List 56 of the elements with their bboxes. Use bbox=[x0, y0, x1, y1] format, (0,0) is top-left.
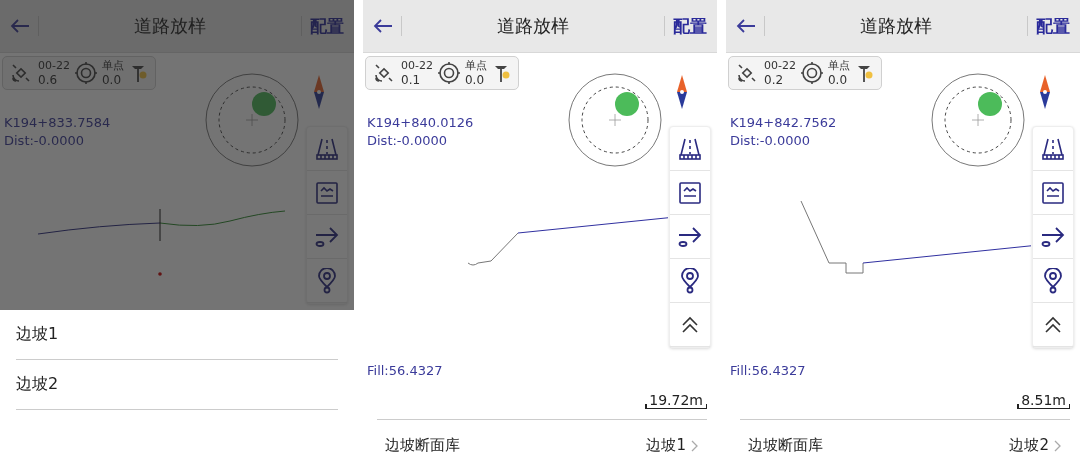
config-button[interactable]: 配置 bbox=[1028, 14, 1074, 38]
profile-chart-icon bbox=[315, 180, 339, 205]
satellite-count: 00-22 bbox=[38, 59, 70, 73]
back-icon[interactable] bbox=[736, 18, 756, 34]
chevron-right-icon bbox=[1054, 439, 1062, 452]
screen-title: 道路放样 bbox=[859, 14, 933, 38]
satellite-count: 00-22 bbox=[401, 59, 433, 73]
distance-text: Dist:-0.0000 bbox=[730, 132, 811, 150]
location-pin-icon bbox=[316, 267, 338, 294]
compass-icon[interactable] bbox=[1039, 75, 1051, 109]
precision-value: 0.6 bbox=[38, 73, 59, 87]
scale-bar: 19.72m bbox=[645, 392, 707, 409]
station-text: K194+833.7584 bbox=[4, 114, 111, 132]
age-value: 0.0 bbox=[101, 73, 123, 87]
solution-mode: 单点 bbox=[464, 59, 487, 73]
satellite-count: 00-22 bbox=[764, 59, 796, 73]
arrow-icon bbox=[677, 224, 703, 249]
road-icon bbox=[315, 136, 339, 161]
station-text: K194+842.7562 bbox=[730, 114, 837, 132]
option-item[interactable]: 边坡2 bbox=[16, 360, 338, 410]
screen-title: 道路放样 bbox=[133, 14, 207, 38]
gnss-status-panel[interactable]: 00-22 0.2 单点 0.0 bbox=[728, 56, 882, 90]
solution-mode: 单点 bbox=[101, 59, 124, 73]
fill-value: Fill:56.4327 bbox=[730, 363, 807, 378]
screen-title: 道路放样 bbox=[496, 14, 570, 38]
double-chevron-up-icon bbox=[1043, 314, 1063, 335]
solution-mode: 单点 bbox=[827, 59, 850, 73]
location-pin-icon bbox=[679, 267, 701, 294]
slope-library-row[interactable]: 边坡断面库 边坡1 bbox=[377, 419, 707, 471]
compass-icon[interactable] bbox=[676, 75, 688, 109]
profile-chart-icon bbox=[678, 180, 702, 205]
precision-value: 0.2 bbox=[764, 73, 785, 87]
arrow-icon bbox=[314, 224, 340, 249]
distance-text: Dist:-0.0000 bbox=[367, 132, 448, 150]
location-pin-icon bbox=[1042, 267, 1064, 294]
slope-library-row[interactable]: 边坡断面库 边坡2 bbox=[740, 419, 1070, 471]
config-button[interactable]: 配置 bbox=[665, 14, 711, 38]
arrow-icon bbox=[1040, 224, 1066, 249]
target-icon bbox=[437, 62, 460, 84]
target-icon bbox=[800, 62, 823, 84]
station-text: K194+840.0126 bbox=[367, 114, 474, 132]
road-icon bbox=[1041, 136, 1065, 161]
option-item[interactable]: 边坡1 bbox=[16, 310, 338, 360]
age-value: 0.0 bbox=[827, 73, 849, 87]
road-icon bbox=[678, 136, 702, 161]
precision-value: 0.1 bbox=[401, 73, 422, 87]
gnss-status-panel[interactable]: 00-22 0.1 单点 0.0 bbox=[365, 56, 519, 90]
target-icon bbox=[74, 62, 97, 84]
double-chevron-up-icon bbox=[680, 314, 700, 335]
scale-bar: 8.51m bbox=[1017, 392, 1070, 409]
chevron-right-icon bbox=[691, 439, 699, 452]
distance-text: Dist:-0.0000 bbox=[4, 132, 85, 150]
profile-chart-icon bbox=[1041, 180, 1065, 205]
fill-value: Fill:56.4327 bbox=[367, 363, 444, 378]
age-value: 0.0 bbox=[464, 73, 486, 87]
back-icon[interactable] bbox=[373, 18, 393, 34]
